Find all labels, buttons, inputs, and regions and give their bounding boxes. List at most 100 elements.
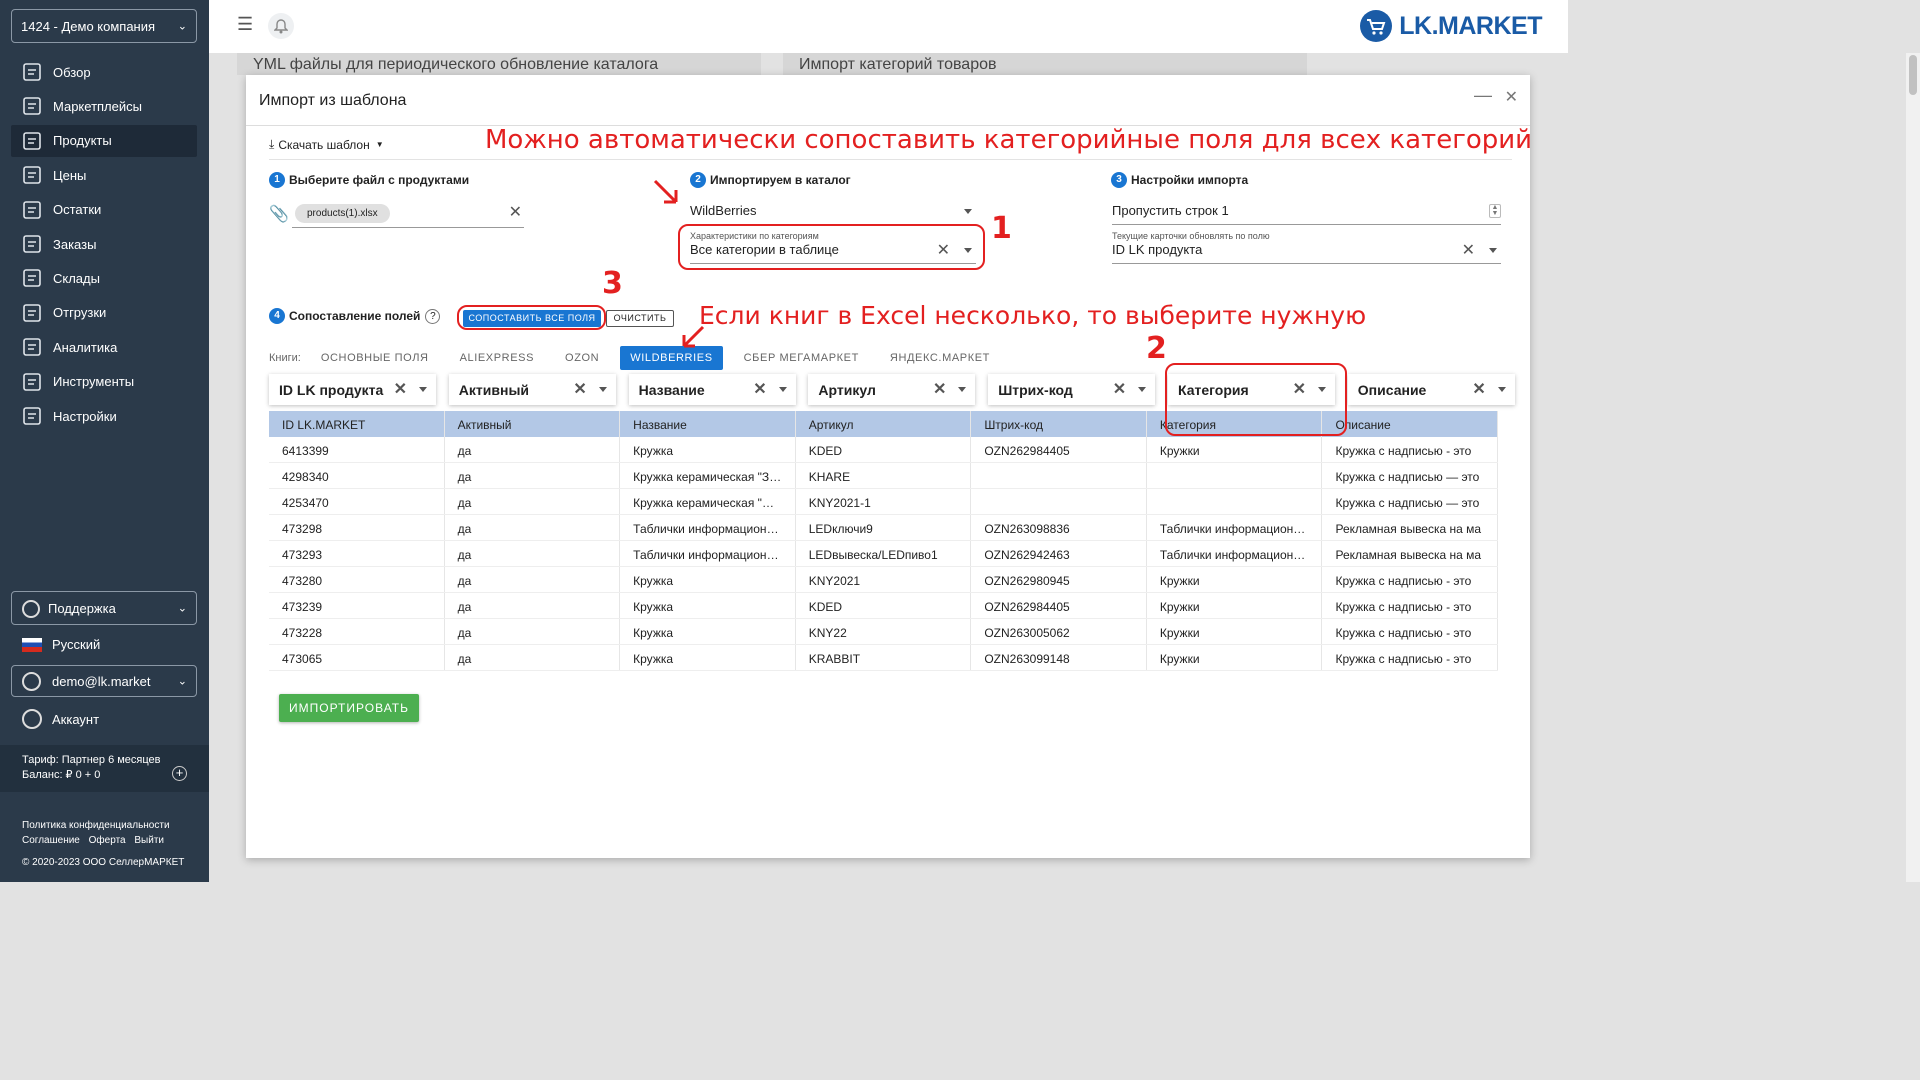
step1-label: Выберите файл с продуктами: [289, 173, 470, 187]
file-input[interactable]: products(1).xlsx ✕: [292, 200, 524, 228]
clear-mapping-icon[interactable]: ✕: [394, 379, 407, 399]
caret-down-icon: [598, 387, 607, 392]
sidebar-footer: Политика конфиденциальности Соглашение О…: [22, 818, 184, 870]
table-cell: Кружка с надписью - это: [1322, 645, 1498, 670]
table-cell: Кружка керамическая "В нас: [620, 489, 796, 514]
sidebar-item-label: Остатки: [53, 202, 102, 218]
step2-header: 2 Импортируем в каталог: [690, 172, 851, 188]
minimize-icon[interactable]: —: [1474, 85, 1492, 106]
table-cell: да: [445, 437, 621, 462]
logout-link[interactable]: Выйти: [134, 835, 164, 846]
table-row: 473280 да Кружка KNY2021 OZN262980945 Кружки К…: [269, 567, 1498, 593]
sidebar-item-shipments[interactable]: Отгрузки: [11, 297, 197, 329]
table-row: 473065 да Кружка KRABBIT OZN263099148 Кружки К…: [269, 645, 1498, 671]
sidebar-item-settings[interactable]: Настройки: [11, 400, 197, 432]
book-tab[interactable]: СБЕР МЕГАМАРКЕТ: [734, 346, 869, 370]
book-tab[interactable]: ALIEXPRESS: [450, 346, 544, 370]
download-template-button[interactable]: ⤓ Скачать шаблон ▼: [269, 137, 384, 152]
clear-mapping-button[interactable]: ОЧИСТИТЬ: [606, 310, 674, 327]
sidebar-item-analytics[interactable]: Аналитика: [11, 331, 197, 363]
number-spinner-icon[interactable]: ▲ ▼: [1489, 204, 1501, 218]
table-row: 473298 да Таблички информационные LEDключи9…: [269, 515, 1498, 541]
column-mapping-select[interactable]: Описание ✕: [1347, 374, 1515, 405]
sidebar-item-prices[interactable]: Цены: [11, 159, 197, 191]
annotation-number-3: 3: [602, 266, 623, 301]
book-tab[interactable]: ЯНДЕКС.МАРКЕТ: [880, 346, 1000, 370]
sidebar-item-marketplaces[interactable]: Маркетплейсы: [11, 90, 197, 122]
stock-icon: [21, 199, 43, 221]
column-mapping-select[interactable]: ID LK продукта ✕: [269, 374, 436, 405]
caret-down-icon: [419, 387, 427, 392]
bg-card-yml: YML файлы для периодического обновление …: [237, 53, 761, 75]
clear-mapping-icon[interactable]: ✕: [1472, 379, 1485, 399]
sidebar-item-label: Маркетплейсы: [53, 98, 142, 114]
close-icon[interactable]: ✕: [1505, 87, 1518, 107]
clear-mapping-icon[interactable]: ✕: [573, 379, 586, 399]
sidebar-item-stock[interactable]: Остатки: [11, 194, 197, 226]
help-icon[interactable]: ?: [425, 308, 441, 324]
clear-update-field-icon[interactable]: ✕: [1462, 240, 1475, 260]
book-tab[interactable]: WILDBERRIES: [620, 346, 723, 370]
table-cell: Кружка: [620, 593, 796, 618]
book-tab[interactable]: OZON: [555, 346, 609, 370]
sidebar-item-products[interactable]: Продукты: [11, 124, 197, 157]
caret-down-icon: [964, 209, 972, 214]
settings-icon: [21, 405, 43, 427]
skip-rows-input[interactable]: Пропустить строк 1 ▲ ▼: [1112, 203, 1501, 225]
table-cell: Кружки: [1147, 593, 1323, 618]
caret-down-icon: [958, 387, 967, 392]
logo-text: LK.MARKET: [1399, 11, 1542, 40]
table-cell: Кружка с надписью - это: [1322, 593, 1498, 618]
company-select[interactable]: 1424 - Демо компания ⌄: [11, 9, 197, 43]
scroll-thumb[interactable]: [1909, 55, 1917, 95]
table-cell: да: [445, 489, 621, 514]
support-select[interactable]: Поддержка ⌄: [11, 591, 197, 625]
table-cell: Кружка с надписью — это: [1322, 489, 1498, 514]
cart-logo-icon: [1360, 10, 1393, 42]
privacy-link[interactable]: Политика конфиденциальности: [22, 818, 184, 833]
column-mapping-select[interactable]: Штрих-код ✕: [988, 374, 1156, 405]
update-field-select[interactable]: ID LK продукта ✕: [1112, 242, 1501, 264]
clear-mapping-icon[interactable]: ✕: [753, 379, 766, 399]
user-menu[interactable]: demo@lk.market ⌄: [11, 665, 197, 697]
balance-text: Баланс: ₽ 0 + 0: [22, 769, 101, 781]
book-tab[interactable]: ОСНОВНЫЕ ПОЛЯ: [311, 346, 439, 370]
table-cell: OZN263005062: [971, 619, 1147, 644]
company-name: 1424 - Демо компания: [21, 18, 156, 34]
table-cell: Кружка с надписью - это: [1322, 619, 1498, 644]
add-balance-icon[interactable]: +: [172, 766, 187, 781]
menu-icon[interactable]: ☰: [237, 14, 253, 35]
table-cell: Кружка с надписью — это: [1322, 463, 1498, 488]
table-cell: Рекламная вывеска на ма: [1322, 541, 1498, 566]
sidebar-item-warehouses[interactable]: Склады: [11, 262, 197, 294]
column-mapping-select[interactable]: Название ✕: [628, 374, 796, 405]
catalog-select[interactable]: WildBerries: [690, 203, 976, 225]
agreement-link[interactable]: Соглашение: [22, 835, 80, 846]
sidebar-item-orders[interactable]: Заказы: [11, 228, 197, 260]
table-cell: Кружка керамическая "Злая: [620, 463, 796, 488]
table-cell: Кружка: [620, 437, 796, 462]
import-button[interactable]: ИМПОРТИРОВАТЬ: [279, 694, 419, 722]
sidebar-item-label: Аналитика: [53, 339, 118, 355]
tools-icon: [21, 371, 43, 393]
offer-link[interactable]: Оферта: [89, 835, 126, 846]
table-cell: [971, 463, 1147, 488]
table-cell: [1147, 463, 1323, 488]
column-mapping-select[interactable]: Активный ✕: [448, 374, 616, 405]
bell-icon[interactable]: [268, 13, 294, 39]
clear-file-icon[interactable]: ✕: [509, 202, 522, 222]
sidebar-item-overview[interactable]: Обзор: [11, 56, 197, 88]
column-mapping-select[interactable]: Артикул ✕: [808, 374, 976, 405]
sidebar-item-tools[interactable]: Инструменты: [11, 366, 197, 398]
step-number: 1: [269, 172, 285, 188]
step1-header: 1 Выберите файл с продуктами: [269, 172, 469, 188]
table-cell: 473065: [269, 645, 445, 670]
account-link[interactable]: Аккаунт: [22, 709, 99, 729]
clear-mapping-icon[interactable]: ✕: [1113, 379, 1126, 399]
table-cell: Таблички информационные: [620, 515, 796, 540]
page-scrollbar[interactable]: [1906, 53, 1920, 882]
clear-mapping-icon[interactable]: ✕: [933, 379, 946, 399]
language-switch[interactable]: Русский: [22, 637, 100, 652]
user-email: demo@lk.market: [52, 673, 151, 689]
table-cell: Кружка: [620, 619, 796, 644]
